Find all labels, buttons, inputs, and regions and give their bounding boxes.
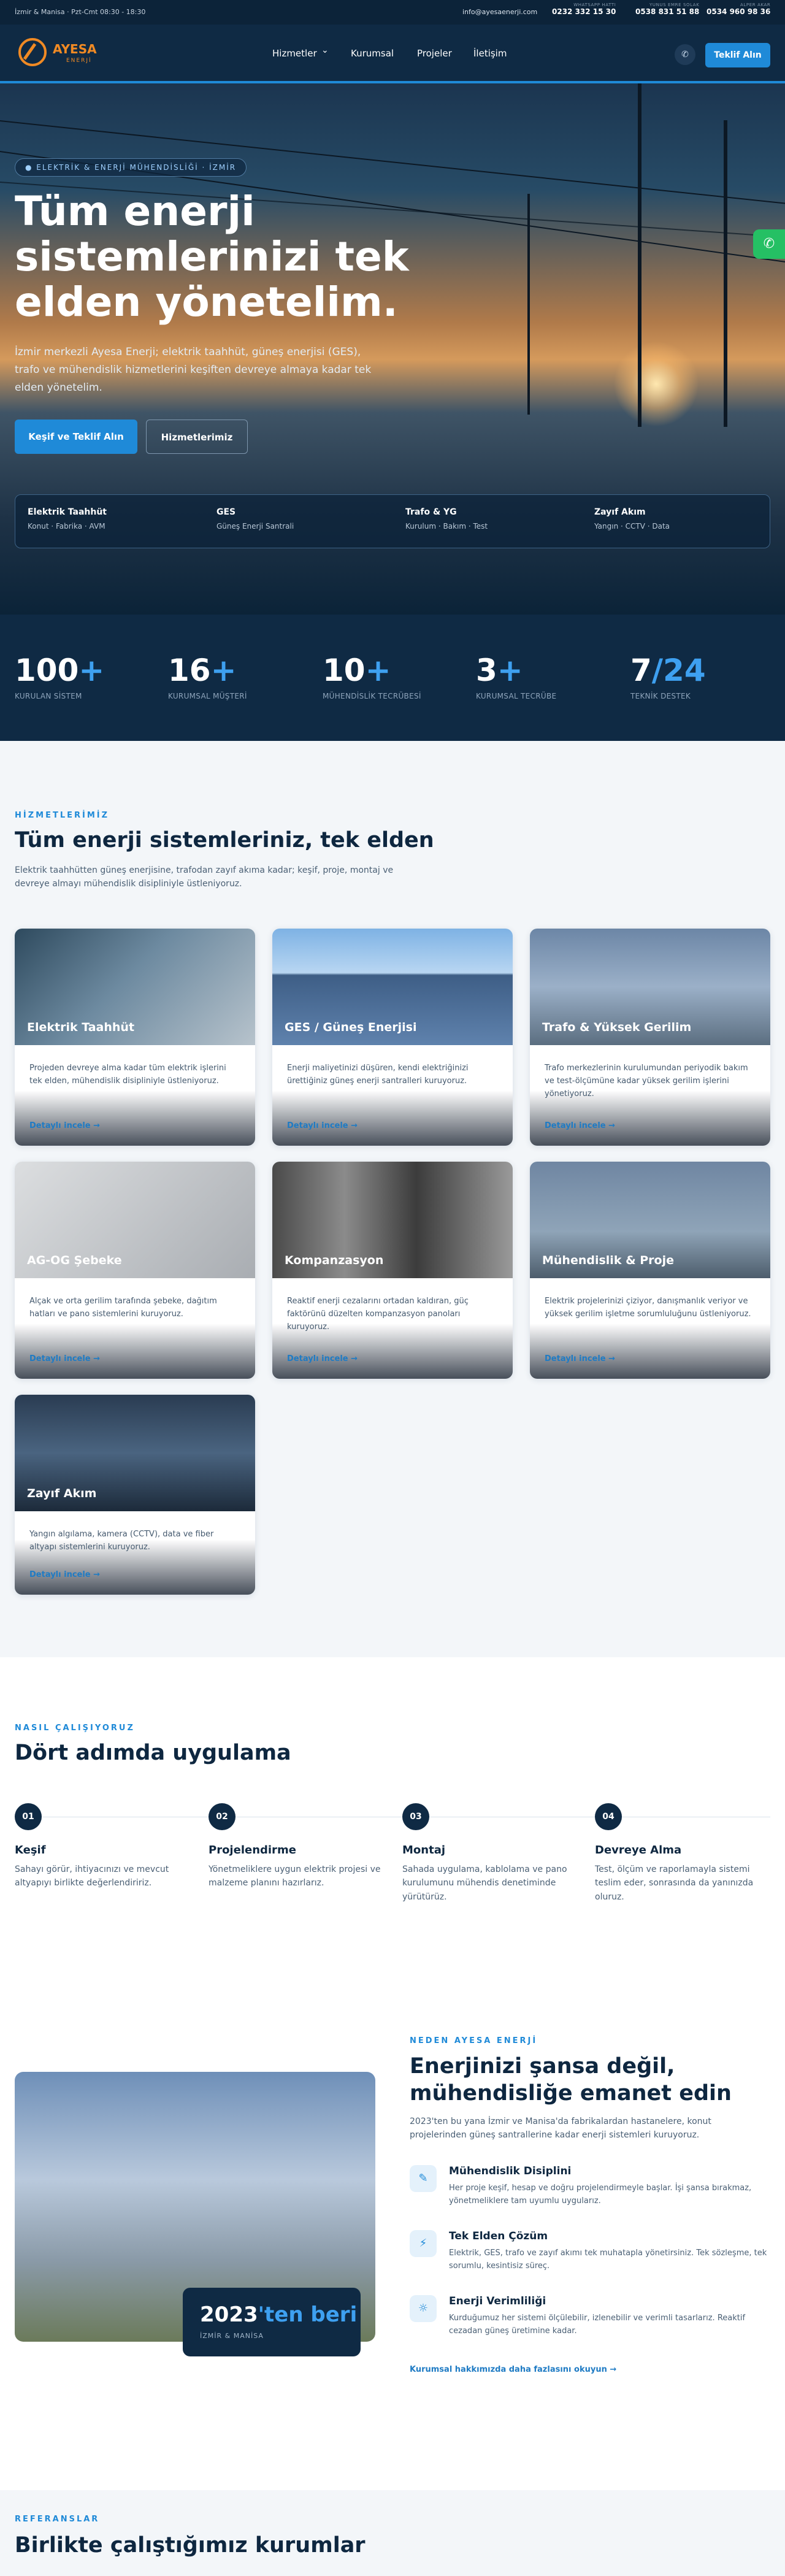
location-hours: İzmir & Manisa · Pzt-Cmt 08:30 - 18:30 (15, 8, 146, 16)
nav-kurumsal[interactable]: Kurumsal (351, 48, 394, 59)
nav-projeler[interactable]: Projeler (417, 48, 452, 59)
why-intro: 2023'ten bu yana İzmir ve Manisa'da fabr… (410, 2117, 711, 2141)
bolt-icon: ⚡ (410, 2230, 437, 2257)
brand-name[interactable]: AYESA (53, 42, 97, 56)
card-more-link[interactable]: Detaylı incele → (287, 1354, 358, 1363)
pylon (638, 83, 641, 427)
service-card[interactable]: Zayıf Akım Yangın algılama, kamera (CCTV)… (15, 1395, 255, 1595)
brand-sub: ENERJİ (66, 58, 92, 64)
hero-highlights: Elektrik Taahhüt Konut · Fabrika · AVM GE… (15, 494, 770, 548)
service-card[interactable]: Elektrik Taahhüt Projeden devreye alma ka… (15, 929, 255, 1146)
card-more-link[interactable]: Detaylı incele → (29, 1354, 100, 1363)
whatsapp-icon[interactable]: ✆ (753, 229, 785, 259)
process-step: 01 Keşif Sahayı görür, ihtiyacınızı ve mev… (15, 1803, 193, 1890)
why-kicker: NEDEN AYESA ENERJİ (410, 2036, 538, 2045)
service-card[interactable]: AG-OG Şebeke Alçak ve orta gerilim tarafı… (15, 1162, 255, 1379)
card-more-link[interactable]: Detaylı incele → (287, 1121, 358, 1130)
pylon (724, 120, 727, 427)
hero-secondary-button[interactable]: Hizmetlerimiz (146, 420, 248, 454)
process-kicker: NASIL ÇALIŞIYORUZ (15, 1723, 135, 1733)
phone-icon[interactable]: ✆ (675, 44, 695, 65)
process-step: 02 Projelendirme Yönetmeliklere uygun elek… (209, 1803, 386, 1890)
sun-icon: ☼ (410, 2295, 437, 2322)
email-link[interactable]: info@ayesaenerji.com (462, 8, 537, 16)
stat-item: 7/24 TEKNİK DESTEK (630, 653, 706, 700)
brand-logo-icon[interactable] (18, 38, 47, 66)
card-more-link[interactable]: Detaylı incele → (29, 1121, 100, 1130)
service-card[interactable]: GES / Güneş Enerjisi Enerji maliyetinizi … (272, 929, 513, 1146)
phone-whatsapp[interactable]: WHATSAPP HATTI 0232 332 15 30 (552, 2, 616, 16)
nav-cta-button[interactable]: Teklif Alın (705, 43, 770, 67)
pylon (527, 194, 530, 415)
services-title: Tüm enerji sistemleriniz, tek elden (15, 828, 434, 853)
card-more-link[interactable]: Detaylı incele → (545, 1354, 615, 1363)
stat-item: 10+ MÜHENDİSLİK TECRÜBESİ (323, 653, 421, 700)
process-step: 03 Montaj Sahada uygulama, kablolama ve pa… (402, 1803, 580, 1904)
process-step: 04 Devreye Alma Test, ölçüm ve raporlamayl… (595, 1803, 773, 1904)
services-subtitle: Elektrik taahhütten güneş enerjisine, tr… (15, 865, 394, 889)
highlight-item: Trafo & YG Kurulum · Bakım · Test (405, 507, 488, 531)
services-kicker: HİZMETLERİMİZ (15, 811, 110, 820)
top-bar: İzmir & Manisa · Pzt-Cmt 08:30 - 18:30 i… (0, 0, 785, 25)
why-title: Enerjinizi şansa değil, mühendisliğe ema… (410, 2054, 732, 2106)
service-card[interactable]: Mühendislik & Proje Elektrik projeleriniz… (530, 1162, 770, 1379)
stat-item: 100+ KURULAN SİSTEM (15, 653, 105, 700)
references-title: Birlikte çalıştığımız kurumlar (15, 2533, 366, 2558)
hero-subtitle: İzmir merkezli Ayesa Enerji; elektrik ta… (15, 346, 372, 394)
card-more-link[interactable]: Detaylı incele → (545, 1121, 615, 1130)
hero-badge: ● ELEKTRİK & ENERJİ MÜHENDİSLİĞİ · İZMİR (15, 158, 247, 177)
process-title: Dört adımda uygulama (15, 1741, 291, 1765)
chevron-down-icon: ⌄ (321, 45, 329, 55)
service-card[interactable]: Trafo & Yüksek Gerilim Trafo merkezlerini… (530, 929, 770, 1146)
since-badge: 2023'ten beri İZMİR & MANİSA (183, 2288, 361, 2356)
hero-primary-button[interactable]: Keşif ve Teklif Alın (15, 420, 137, 454)
hero-title: Tüm enerji sistemlerinizi tek elden yöne… (15, 188, 409, 326)
phone-yunus[interactable]: YUNUS EMRE SOLAK 0538 831 51 88 (635, 2, 699, 16)
references-kicker: REFERANSLAR (15, 2515, 100, 2524)
main-nav: AYESA ENERJİ Hizmetler ⌄ Kurumsal Projel… (0, 25, 785, 83)
pen-icon: ✎ (410, 2165, 437, 2192)
highlight-item: GES Güneş Enerji Santrali (216, 507, 294, 531)
nav-iletisim[interactable]: İletişim (473, 48, 507, 59)
nav-hizmetler[interactable]: Hizmetler (272, 48, 317, 59)
service-card[interactable]: Kompanzasyon Reaktif enerji cezalarını or… (272, 1162, 513, 1379)
highlight-item: Elektrik Taahhüt Konut · Fabrika · AVM (28, 507, 107, 531)
stats-band: 100+ KURULAN SİSTEM 16+ KURUMSAL MÜŞTERİ 1… (0, 615, 785, 741)
highlight-item: Zayıf Akım Yangın · CCTV · Data (594, 507, 670, 531)
phone-alper[interactable]: ALPER AKAR 0534 960 98 36 (706, 2, 770, 16)
card-more-link[interactable]: Detaylı incele → (29, 1570, 100, 1579)
stat-item: 3+ KURUMSAL TECRÜBE (476, 653, 557, 700)
hero-sun (613, 341, 699, 427)
stat-item: 16+ KURUMSAL MÜŞTERİ (168, 653, 247, 700)
about-link[interactable]: Kurumsal hakkımızda daha fazlasını okuyu… (410, 2365, 616, 2374)
